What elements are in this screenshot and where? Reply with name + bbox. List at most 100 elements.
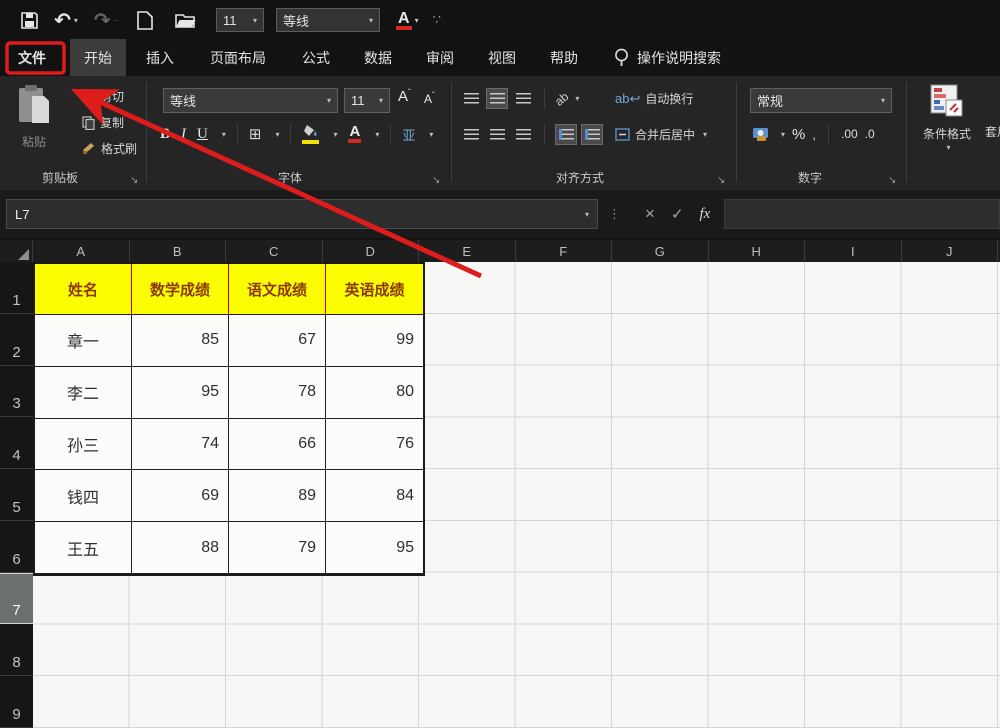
tab-help[interactable]: 帮助 <box>536 39 592 77</box>
align-bottom-icon[interactable] <box>512 88 534 109</box>
insert-function-icon[interactable]: fx <box>700 206 711 223</box>
new-file-icon[interactable] <box>126 6 164 34</box>
qat-font-size-select[interactable]: 11▾ <box>216 8 264 32</box>
column-header-C[interactable]: C <box>226 240 323 262</box>
table-header-cell[interactable]: 姓名 <box>35 264 132 315</box>
table-header-cell[interactable]: 语文成绩 <box>229 264 326 315</box>
align-center-icon[interactable] <box>486 124 508 145</box>
score-cell[interactable]: 76 <box>326 419 423 471</box>
tab-file[interactable]: 文件 <box>0 39 64 77</box>
decrease-indent-icon[interactable] <box>555 124 577 145</box>
more-commands-icon[interactable]: ∵ <box>433 6 441 34</box>
font-color-caret[interactable]: ▾ <box>375 130 379 139</box>
qat-font-color-button[interactable]: A▾ <box>396 6 419 34</box>
orientation-icon[interactable]: ab <box>552 89 571 108</box>
score-cell[interactable]: 69 <box>132 470 229 522</box>
font-dialog-launcher[interactable]: ↘ <box>432 175 440 186</box>
table-header-cell[interactable]: 英语成绩 <box>326 264 423 315</box>
font-color-icon[interactable]: A <box>348 125 361 143</box>
accounting-format-icon[interactable] <box>752 126 771 143</box>
underline-caret[interactable]: ▾ <box>222 130 226 139</box>
score-cell[interactable]: 80 <box>326 367 423 419</box>
score-cell[interactable]: 67 <box>229 315 326 367</box>
format-painter-button[interactable]: 格式刷 <box>82 140 137 157</box>
orientation-caret[interactable]: ▾ <box>575 94 579 103</box>
redo-button[interactable]: ↷– <box>86 6 126 34</box>
student-name-cell[interactable]: 李二 <box>35 367 132 419</box>
underline-button[interactable]: U <box>197 126 208 143</box>
enter-icon[interactable]: ✓ <box>671 205 684 223</box>
shrink-font-button[interactable]: Aˇ <box>424 91 435 106</box>
student-name-cell[interactable]: 章一 <box>35 315 132 367</box>
save-icon[interactable] <box>12 6 46 34</box>
table-header-cell[interactable]: 数学成绩 <box>132 264 229 315</box>
fill-color-icon[interactable] <box>302 124 319 144</box>
cut-button[interactable]: 剪切 <box>82 88 124 105</box>
row-header-2[interactable]: 2 <box>0 314 33 366</box>
tab-formulas[interactable]: 公式 <box>288 39 344 77</box>
merge-center-caret[interactable]: ▾ <box>703 130 707 139</box>
tell-me-search[interactable]: 操作说明搜索 <box>614 48 721 68</box>
column-header-G[interactable]: G <box>612 240 709 262</box>
paste-button[interactable]: 粘贴 <box>10 84 58 150</box>
open-folder-icon[interactable] <box>164 6 206 34</box>
column-header-J[interactable]: J <box>902 240 999 262</box>
column-header-B[interactable]: B <box>130 240 227 262</box>
column-header-F[interactable]: F <box>516 240 613 262</box>
row-header-7[interactable]: 7 <box>0 573 33 625</box>
comma-style-button[interactable]: , <box>812 127 816 142</box>
number-dialog-launcher[interactable]: ↘ <box>888 175 896 186</box>
undo-button[interactable]: ↶▾ <box>46 6 86 34</box>
column-header-H[interactable]: H <box>709 240 806 262</box>
bold-button[interactable]: B <box>160 126 170 143</box>
grow-font-button[interactable]: Aˆ <box>398 88 411 105</box>
column-header-D[interactable]: D <box>323 240 420 262</box>
score-cell[interactable]: 95 <box>132 367 229 419</box>
formula-input[interactable] <box>724 199 1000 229</box>
column-header-A[interactable]: A <box>33 240 130 262</box>
tab-review[interactable]: 审阅 <box>412 39 468 77</box>
phonetic-guide-icon[interactable]: 亚 <box>402 125 415 144</box>
tab-insert[interactable]: 插入 <box>132 39 188 77</box>
student-name-cell[interactable]: 钱四 <box>35 470 132 522</box>
student-name-cell[interactable]: 王五 <box>35 522 132 574</box>
clipboard-dialog-launcher[interactable]: ↘ <box>130 175 138 186</box>
tab-page-layout[interactable]: 页面布局 <box>196 39 280 77</box>
row-header-4[interactable]: 4 <box>0 417 33 469</box>
score-cell[interactable]: 99 <box>326 315 423 367</box>
align-middle-icon[interactable] <box>486 88 508 109</box>
borders-caret[interactable]: ▾ <box>275 130 279 139</box>
row-header-3[interactable]: 3 <box>0 366 33 418</box>
align-top-icon[interactable] <box>460 88 482 109</box>
score-cell[interactable]: 89 <box>229 470 326 522</box>
accounting-caret[interactable]: ▾ <box>781 130 785 139</box>
row-header-1[interactable]: 1 <box>0 262 33 314</box>
score-cell[interactable]: 95 <box>326 522 423 574</box>
increase-indent-icon[interactable] <box>581 124 603 145</box>
row-header-6[interactable]: 6 <box>0 521 33 573</box>
score-cell[interactable]: 84 <box>326 470 423 522</box>
align-left-icon[interactable] <box>460 124 482 145</box>
score-cell[interactable]: 85 <box>132 315 229 367</box>
alignment-dialog-launcher[interactable]: ↘ <box>717 175 725 186</box>
fill-color-caret[interactable]: ▾ <box>333 130 337 139</box>
student-name-cell[interactable]: 孙三 <box>35 419 132 471</box>
score-cell[interactable]: 78 <box>229 367 326 419</box>
score-cell[interactable]: 79 <box>229 522 326 574</box>
borders-icon[interactable]: ⊞ <box>249 125 262 143</box>
score-cell[interactable]: 88 <box>132 522 229 574</box>
name-box[interactable]: L7 ▾ <box>6 199 598 229</box>
qat-font-name-select[interactable]: 等线▾ <box>276 8 380 32</box>
merge-center-button[interactable]: 合并后居中 ▾ <box>615 126 707 143</box>
decrease-decimal-icon[interactable]: .0 <box>865 127 875 141</box>
number-format-select[interactable]: 常规▾ <box>750 88 892 113</box>
italic-button[interactable]: I <box>181 126 186 143</box>
column-header-E[interactable]: E <box>419 240 516 262</box>
tab-data[interactable]: 数据 <box>350 39 406 77</box>
percent-style-button[interactable]: % <box>792 126 805 143</box>
copy-button[interactable]: 复制 <box>82 114 124 131</box>
font-name-select[interactable]: 等线▾ <box>163 88 338 113</box>
cancel-icon[interactable]: × <box>645 204 655 224</box>
select-all-corner[interactable] <box>0 240 33 262</box>
wrap-text-button[interactable]: ab↩ 自动换行 <box>615 90 693 107</box>
